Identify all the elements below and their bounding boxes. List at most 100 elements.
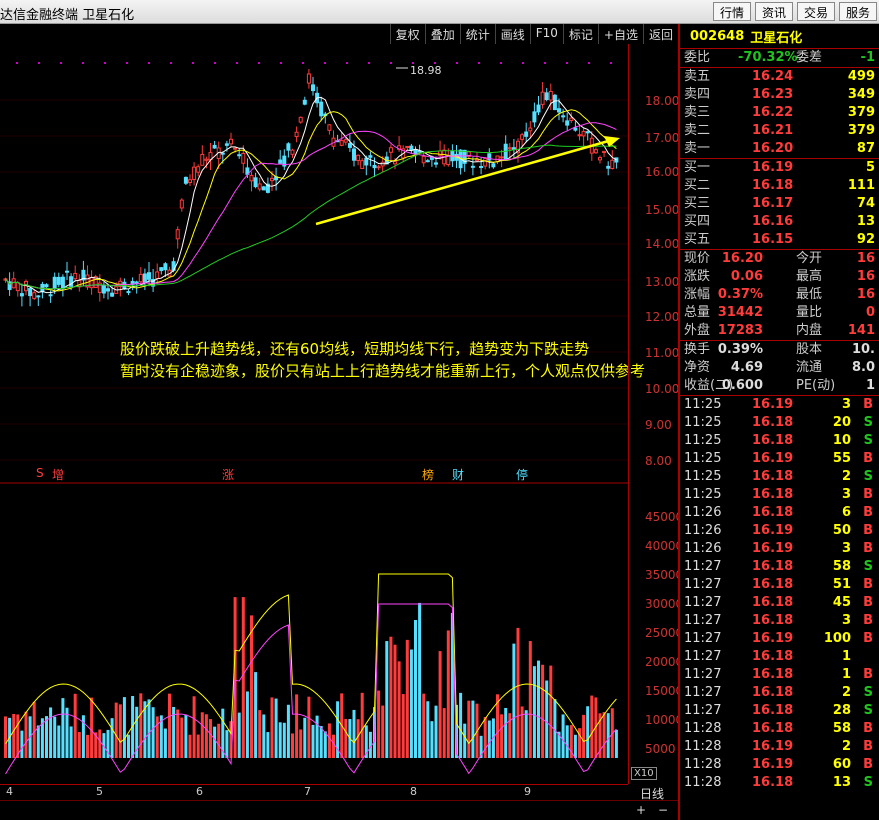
- volume-bar: [573, 734, 577, 758]
- stats-button[interactable]: 统计: [459, 24, 495, 44]
- order-book-row[interactable]: 卖一 16.20 87: [680, 140, 879, 158]
- news-button[interactable]: 资讯: [754, 2, 793, 21]
- level-volume: 5: [865, 160, 875, 175]
- signal-dot: [544, 62, 546, 64]
- month-tick: 4: [6, 785, 13, 798]
- fuquan-button[interactable]: 复权: [389, 24, 425, 44]
- volume-bar: [319, 726, 323, 758]
- stock-name: 卫星石化: [750, 30, 803, 46]
- order-book-row[interactable]: 卖二 16.21 379: [680, 122, 879, 140]
- annotation-line-1: 股价跌破上升趋势线，还有60均线，短期均线下行，趋势变为下跌走势: [120, 340, 590, 358]
- ma60-line: [5, 144, 617, 290]
- candle-body: [360, 160, 365, 169]
- candle-body: [343, 139, 348, 143]
- volume-bar: [401, 694, 405, 758]
- price-tick: 14.00: [645, 237, 680, 251]
- signal-dot: [170, 62, 172, 64]
- volume-bar: [237, 712, 241, 758]
- ma10-line: [5, 109, 617, 292]
- back-button[interactable]: 返回: [642, 24, 678, 44]
- month-tick: 5: [96, 785, 103, 798]
- level-label: 买二: [684, 178, 711, 193]
- volume-bar: [196, 734, 200, 758]
- period-selector[interactable]: 日线: [640, 785, 664, 802]
- volume-bar: [65, 707, 69, 758]
- volume-bar: [586, 706, 590, 758]
- order-book-row[interactable]: 买二 16.18 111: [680, 177, 879, 195]
- candle-body: [507, 147, 512, 150]
- order-book-row[interactable]: 卖五 16.24 499: [680, 68, 879, 86]
- signal-dot: [236, 62, 238, 64]
- window-title: 达信金融终端 卫星石化: [0, 8, 135, 23]
- volume-bar: [487, 720, 491, 758]
- add-favorite-button[interactable]: +自选: [597, 24, 643, 44]
- volume-bar: [114, 702, 118, 758]
- volume-bar: [414, 620, 417, 758]
- volume-bar: [393, 644, 397, 758]
- volume-bar: [295, 694, 299, 758]
- event-tag-cai[interactable]: 财: [452, 466, 464, 483]
- candle-body: [544, 92, 549, 100]
- candle-body: [196, 166, 201, 173]
- order-book-row[interactable]: 买一 16.19 5: [680, 159, 879, 177]
- event-tag-s[interactable]: S: [36, 466, 44, 480]
- volume-bar: [418, 602, 422, 758]
- trade-row: 11:28 16.18 58 B: [684, 721, 873, 736]
- order-book-row[interactable]: 买三 16.17 74: [680, 195, 879, 213]
- signal-dot: [324, 62, 326, 64]
- volume-bar: [434, 705, 438, 758]
- event-tag-bang[interactable]: 榜: [422, 466, 434, 483]
- signal-dot: [434, 62, 436, 64]
- mark-button[interactable]: 标记: [562, 24, 598, 44]
- month-tick: 8: [410, 785, 417, 798]
- volume-bar: [344, 718, 348, 758]
- signal-dot: [456, 62, 458, 64]
- trade-row: 11:27 16.18 45 B: [684, 595, 873, 610]
- draw-line-button[interactable]: 画线: [494, 24, 530, 44]
- trade-button[interactable]: 交易: [796, 2, 835, 21]
- volume-bar: [262, 714, 266, 758]
- volume-bar: [360, 692, 364, 758]
- zoom-out-button[interactable]: −: [658, 803, 668, 817]
- month-tick: 7: [304, 785, 311, 798]
- price-tick: 11.00: [645, 346, 680, 360]
- order-book-row[interactable]: 卖三 16.22 379: [680, 104, 879, 122]
- top-buttons: 行情 资讯 交易 服务: [712, 2, 877, 21]
- service-button[interactable]: 服务: [838, 2, 877, 21]
- volume-bar: [381, 705, 385, 758]
- order-book-row[interactable]: 买五 16.15 92: [680, 231, 879, 249]
- price-tick: 16.00: [645, 165, 680, 179]
- volume-bar: [463, 723, 467, 758]
- candle-body: [106, 288, 110, 292]
- event-tag-zeng[interactable]: 增: [52, 466, 64, 483]
- volume-chart[interactable]: [0, 484, 628, 784]
- volume-bar: [614, 729, 618, 758]
- volume-bar: [180, 717, 184, 758]
- zoom-in-button[interactable]: +: [636, 803, 646, 817]
- volume-bar: [323, 731, 327, 758]
- level-label: 卖一: [684, 141, 711, 156]
- candle-body: [52, 276, 57, 290]
- quote-button[interactable]: 行情: [712, 2, 751, 21]
- price-tick: 10.00: [645, 382, 680, 396]
- level-volume: 92: [856, 232, 875, 247]
- volume-bar: [504, 707, 508, 758]
- overlay-button[interactable]: 叠加: [424, 24, 460, 44]
- event-tag-ting[interactable]: 停: [516, 466, 528, 483]
- volume-bar: [16, 714, 20, 758]
- kline-chart[interactable]: 18.98: [0, 44, 628, 484]
- signal-dot: [126, 62, 128, 64]
- vol-unit: X10: [631, 767, 657, 780]
- candle-body: [19, 293, 24, 297]
- volume-bar: [98, 729, 102, 758]
- event-tag-zhang[interactable]: 涨: [222, 466, 234, 483]
- volume-bar: [282, 722, 286, 758]
- quote-panel: 002648 卫星石化 委比 -70.32% 委差 -1 卖五 16.24 499 卖…: [678, 24, 879, 820]
- f10-button[interactable]: F10: [529, 24, 563, 44]
- order-book-row[interactable]: 卖四 16.23 349: [680, 86, 879, 104]
- level-price: 16.24: [752, 69, 794, 84]
- order-book-row[interactable]: 买四 16.16 13: [680, 213, 879, 231]
- candle-body: [585, 131, 590, 134]
- volume-bar: [204, 714, 208, 758]
- trade-row: 11:27 16.18 3 B: [684, 613, 873, 628]
